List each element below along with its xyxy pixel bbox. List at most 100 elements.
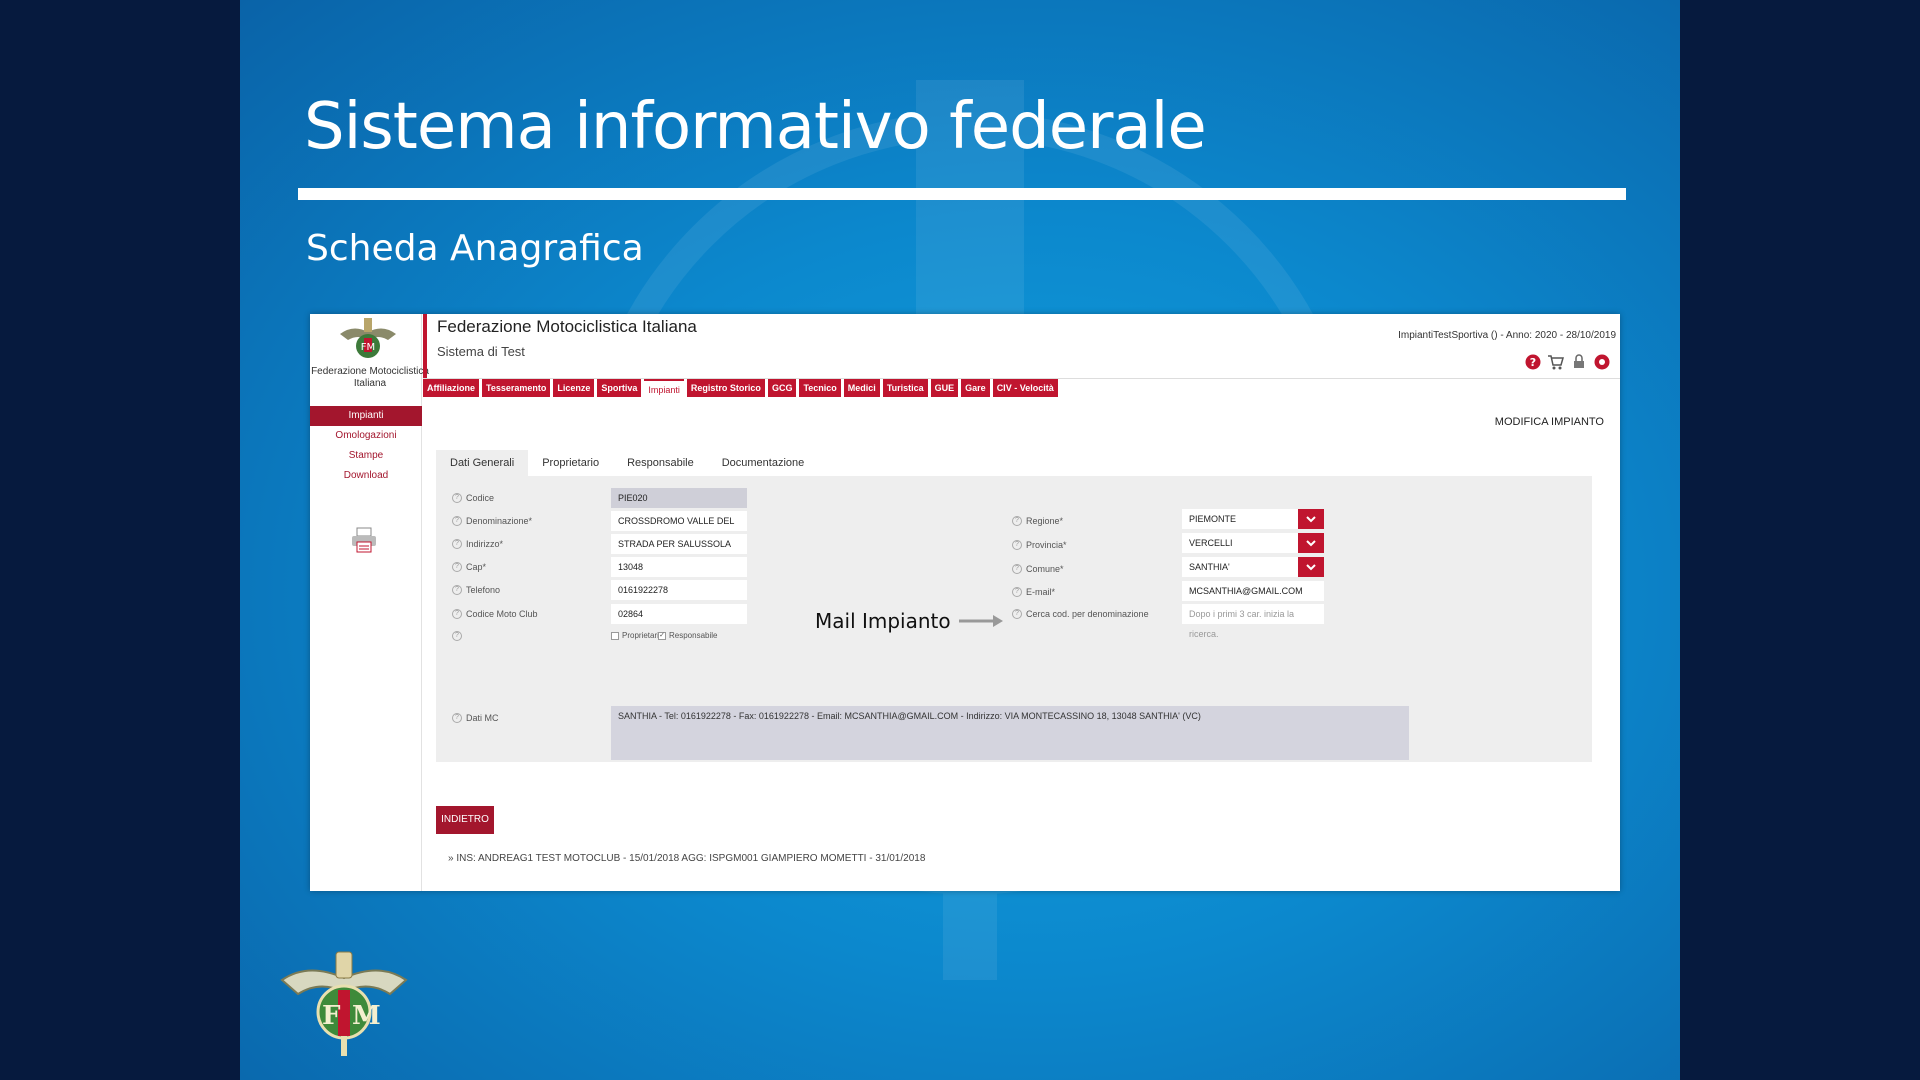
info-icon: ? xyxy=(452,539,462,549)
header-accent-bar xyxy=(423,314,427,378)
screen: Sistema informativo federale Scheda Anag… xyxy=(0,0,1920,1080)
info-icon: ? xyxy=(1012,587,1022,597)
info-icon: ? xyxy=(452,609,462,619)
svg-text:?: ? xyxy=(1529,356,1535,369)
nav-tab-licenze[interactable]: Licenze xyxy=(553,379,595,397)
provincia-dropdown-button[interactable] xyxy=(1298,533,1324,553)
sidebar-item-download[interactable]: Download xyxy=(310,466,422,486)
info-icon: ? xyxy=(1012,516,1022,526)
subtab-proprietario[interactable]: Proprietario xyxy=(528,450,613,476)
cerca-input[interactable]: Dopo i primi 3 car. inizia la ricerca. xyxy=(1182,604,1324,639)
mail-callout-label: Mail Impianto xyxy=(815,609,951,633)
slide-subtitle: Scheda Anagrafica xyxy=(306,228,644,269)
provincia-select[interactable]: VERCELLI xyxy=(1182,533,1298,553)
help-icon[interactable]: ? xyxy=(1524,353,1541,370)
nav-tab-civ-velocita[interactable]: CIV - Velocità xyxy=(992,379,1058,397)
mail-callout: Mail Impianto xyxy=(815,609,1005,633)
chevron-down-icon xyxy=(1306,540,1316,547)
info-icon: ? xyxy=(452,562,462,572)
cerca-label: ? Cerca cod. per denominazione xyxy=(1012,604,1149,624)
fmi-emblem-icon: F M xyxy=(280,951,408,1056)
subtab-responsabile[interactable]: Responsabile xyxy=(613,450,708,476)
header-icons: ? xyxy=(1524,353,1610,370)
sidebar-org-name: Federazione Motociclistica Italiana xyxy=(311,366,429,389)
email-field[interactable]: MCSANTHIA@GMAIL.COM xyxy=(1182,581,1324,601)
chevron-down-icon xyxy=(1306,564,1316,571)
cart-icon[interactable] xyxy=(1547,353,1564,370)
provincia-label: ? Provincia* xyxy=(1012,535,1067,555)
subtab-documentazione[interactable]: Documentazione xyxy=(708,450,819,476)
svg-text:FM: FM xyxy=(361,342,375,353)
sidebar-item-omologazioni[interactable]: Omologazioni xyxy=(310,426,422,446)
nav-tab-medici[interactable]: Medici xyxy=(843,379,880,397)
responsabile-checkbox[interactable]: ✓ Responsabile xyxy=(658,631,717,640)
logout-icon[interactable] xyxy=(1593,353,1610,370)
cap-field[interactable]: 13048 xyxy=(611,557,747,577)
telefono-label: ? Telefono xyxy=(452,580,500,600)
info-icon: ? xyxy=(452,631,462,641)
checkbox-unchecked-icon[interactable] xyxy=(611,631,619,640)
nav-tab-gue[interactable]: GUE xyxy=(930,379,959,397)
denominazione-label: ? Denominazione* xyxy=(452,511,532,531)
nav-tab-gare[interactable]: Gare xyxy=(961,379,990,397)
slide-title: Sistema informativo federale xyxy=(304,90,1207,164)
proprietario-checkbox[interactable]: Proprietario xyxy=(611,631,663,640)
app-system-name: Sistema di Test xyxy=(437,344,525,359)
regione-select[interactable]: PIEMONTE xyxy=(1182,509,1298,529)
fmi-logo-icon: FM xyxy=(340,318,396,358)
sidebar-item-impianti[interactable]: Impianti xyxy=(310,406,422,426)
codice-label: ? Codice xyxy=(452,488,494,508)
nav-tab-gcg[interactable]: GCG xyxy=(767,379,797,397)
audit-info: » INS: ANDREAG1 TEST MOTOCLUB - 15/01/20… xyxy=(448,853,926,864)
nav-tab-tesseramento[interactable]: Tesseramento xyxy=(482,379,551,397)
chevron-down-icon xyxy=(1306,516,1316,523)
nav-tab-turistica[interactable]: Turistica xyxy=(882,379,928,397)
comune-label: ? Comune* xyxy=(1012,559,1064,579)
form-panel: ? Codice PIE020 ? Denominazione* CROSSDROM… xyxy=(436,476,1592,762)
dati-mc-textarea[interactable]: SANTHIA - Tel: 0161922278 - Fax: 0161922… xyxy=(611,706,1409,760)
email-label: ? E-mail* xyxy=(1012,582,1055,602)
app-org-name: Federazione Motociclistica Italiana xyxy=(437,317,697,336)
info-icon: ? xyxy=(452,493,462,503)
presentation-slide: Sistema informativo federale Scheda Anag… xyxy=(240,0,1680,1080)
subtabs: Dati Generali Proprietario Responsabile … xyxy=(436,450,818,476)
subtab-dati-generali[interactable]: Dati Generali xyxy=(436,450,529,476)
info-icon: ? xyxy=(1012,540,1022,550)
comune-dropdown-button[interactable] xyxy=(1298,557,1324,577)
nav-tab-sportiva[interactable]: Sportiva xyxy=(597,379,642,397)
dati-mc-label: ? Dati MC xyxy=(452,708,499,728)
indirizzo-label: ? Indirizzo* xyxy=(452,534,503,554)
nav-tab-tecnico[interactable]: Tecnico xyxy=(799,379,841,397)
info-icon: ? xyxy=(452,585,462,595)
codice-moto-club-label: ? Codice Moto Club xyxy=(452,604,538,624)
codice-moto-club-field[interactable]: 02864 xyxy=(611,604,747,624)
telefono-field[interactable]: 0161922278 xyxy=(611,580,747,600)
session-info: ImpiantiTestSportiva () - Anno: 2020 - 2… xyxy=(1398,330,1616,341)
info-icon: ? xyxy=(1012,609,1022,619)
nav-tab-impianti[interactable]: Impianti xyxy=(644,379,684,397)
main-nav: Affiliazione Tesseramento Licenze Sporti… xyxy=(423,379,1058,397)
app-screenshot: FM Federazione Motociclistica Italiana I… xyxy=(310,314,1620,891)
indirizzo-field[interactable]: STRADA PER SALUSSOLA xyxy=(611,534,747,554)
nav-tab-registro-storico[interactable]: Registro Storico xyxy=(686,379,765,397)
denominazione-field[interactable]: CROSSDROMO VALLE DEL LUPO xyxy=(611,511,747,546)
codice-field: PIE020 xyxy=(611,488,747,508)
regione-label: ? Regione* xyxy=(1012,511,1063,531)
sidebar-item-stampe[interactable]: Stampe xyxy=(310,446,422,466)
cap-label: ? Cap* xyxy=(452,557,486,577)
info-icon: ? xyxy=(1012,564,1022,574)
sidebar: FM Federazione Motociclistica Italiana I… xyxy=(310,314,429,891)
svg-text:F: F xyxy=(322,1001,341,1031)
lock-icon[interactable] xyxy=(1570,353,1587,370)
checkbox-checked-icon[interactable]: ✓ xyxy=(658,631,666,640)
regione-dropdown-button[interactable] xyxy=(1298,509,1324,529)
info-icon: ? xyxy=(452,516,462,526)
info-icon: ? xyxy=(452,713,462,723)
back-button[interactable]: INDIETRO xyxy=(436,806,494,834)
page-action-title: MODIFICA IMPIANTO xyxy=(1494,416,1604,428)
comune-select[interactable]: SANTHIA' xyxy=(1182,557,1298,577)
flags-label: ? xyxy=(452,626,462,646)
arrow-right-icon xyxy=(958,615,1003,627)
print-icon[interactable] xyxy=(350,526,378,554)
nav-tab-affiliazione[interactable]: Affiliazione xyxy=(423,379,480,397)
